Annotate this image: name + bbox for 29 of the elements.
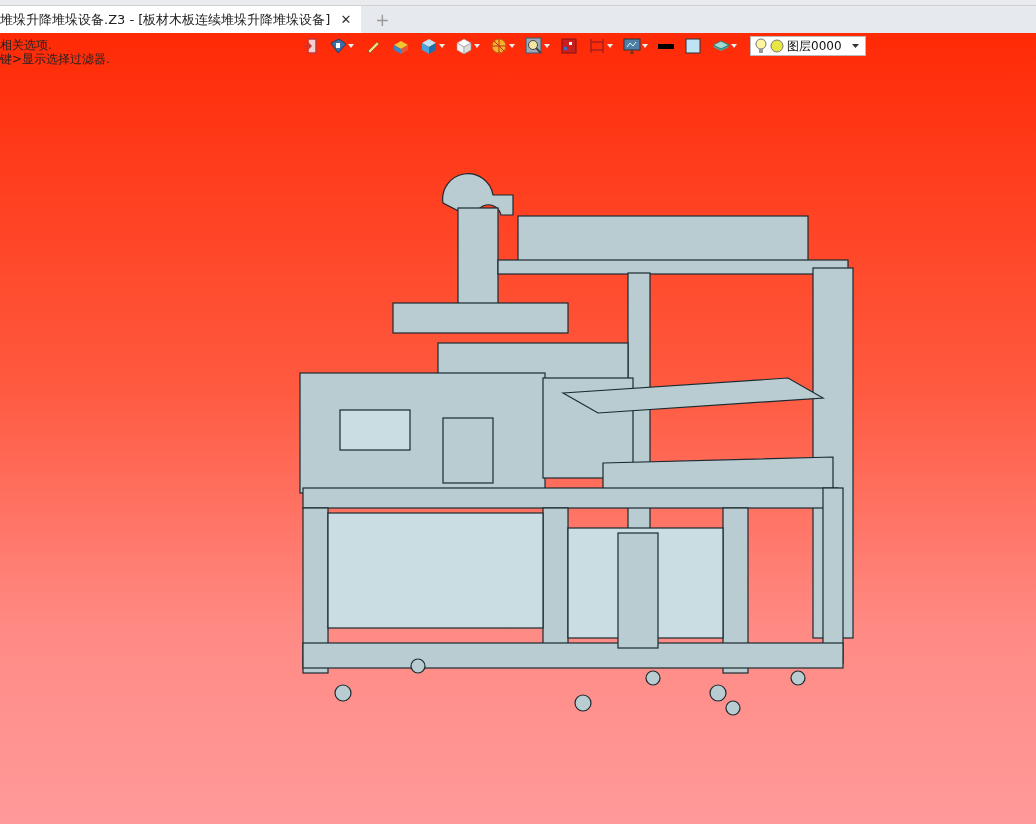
tab-title: 堆垛升降堆垛设备.Z3 - [板材木板连续堆垛升降堆垛设备] [0, 10, 331, 29]
cube-icon [420, 37, 438, 55]
pie-icon [490, 37, 508, 55]
close-icon[interactable]: ✕ [340, 12, 352, 27]
caret-icon [607, 44, 613, 48]
selection-box-icon [560, 37, 578, 55]
layer-dropdown[interactable]: 图层0000 [750, 36, 866, 56]
caret-icon [731, 44, 737, 48]
hint-text: 相关选项. [0, 38, 52, 52]
hint-text: 键>显示选择过滤器. [0, 52, 110, 66]
zoom-icon [525, 37, 543, 55]
caret-icon [348, 44, 354, 48]
fill-swatch-icon [684, 37, 702, 55]
frame-icon [588, 37, 606, 55]
toolbar-button[interactable] [620, 36, 651, 56]
dot-icon [770, 39, 784, 53]
caret-icon [474, 44, 480, 48]
caret-icon [642, 44, 648, 48]
caret-icon [544, 44, 550, 48]
exit-icon [301, 37, 319, 55]
toolbar-button[interactable] [522, 36, 553, 56]
document-tab[interactable]: 堆垛升降堆垛设备.Z3 - [板材木板连续堆垛升降堆垛设备] ✕ [0, 6, 362, 33]
caret-icon [439, 44, 445, 48]
caret-icon [509, 44, 515, 48]
lightbulb-icon [755, 38, 767, 54]
monitor-icon [623, 37, 641, 55]
cube-outline-icon [455, 37, 473, 55]
caret-icon [852, 44, 859, 48]
line-style-icon [658, 43, 674, 49]
